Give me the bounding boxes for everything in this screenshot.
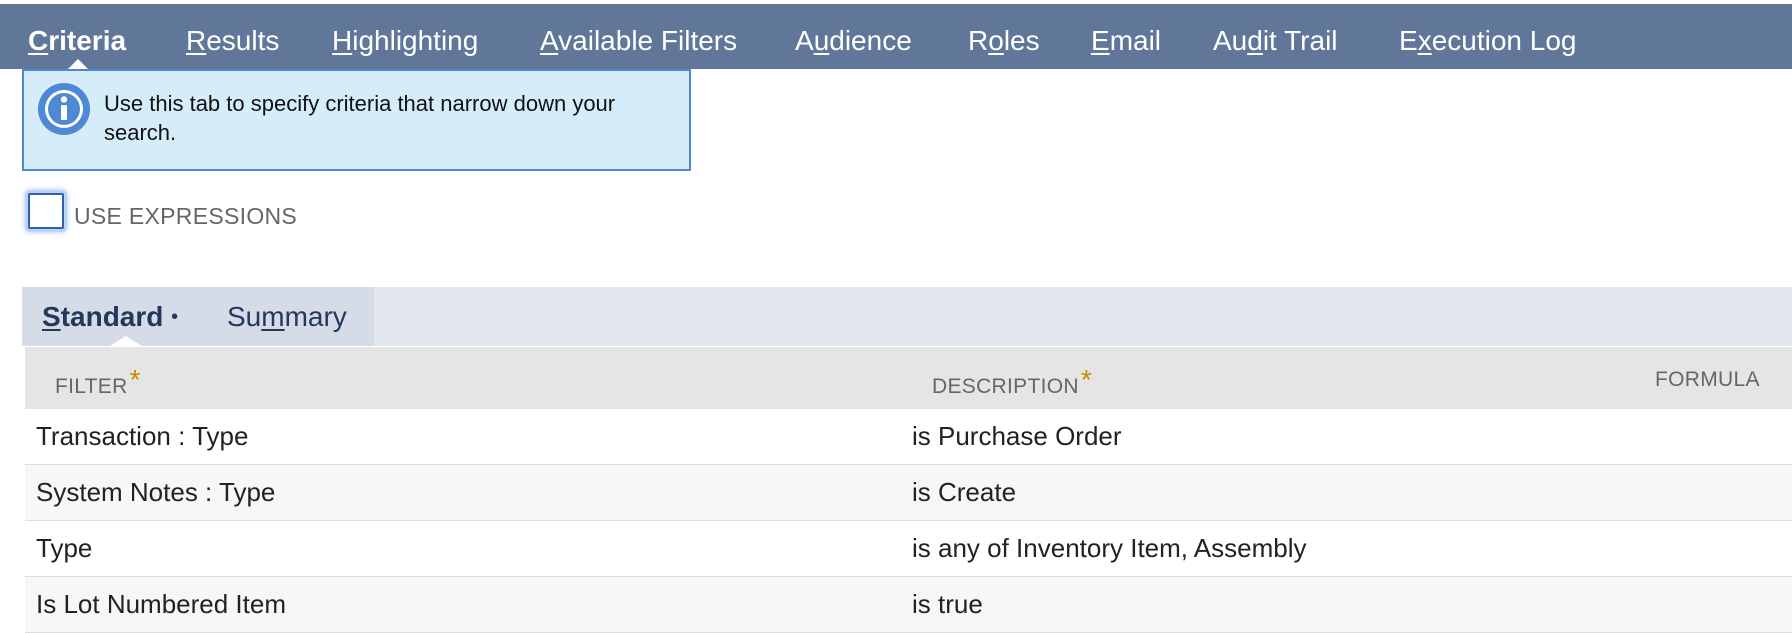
required-mark: * (1080, 364, 1093, 395)
header-description: DESCRIPTION* (932, 364, 1093, 398)
active-tab-pointer (68, 59, 88, 69)
tab-audit-trail[interactable]: Audit Trail (1213, 22, 1338, 60)
filter-cell: Is Lot Numbered Item (36, 589, 286, 619)
active-subtab-pointer (110, 336, 142, 346)
criteria-table: FILTER* DESCRIPTION* FORMULA Transaction… (25, 347, 1792, 633)
table-row[interactable]: System Notes : Type is Create (25, 465, 1792, 521)
table-row[interactable]: Type is any of Inventory Item, Assembly (25, 521, 1792, 577)
top-nav: Criteria Results Highlighting Available … (0, 0, 1792, 69)
tab-results[interactable]: Results (186, 22, 279, 60)
criteria-subtabs: Standard • Summary (22, 287, 1792, 346)
subtab-standard[interactable]: Standard • (42, 301, 178, 333)
table-row[interactable]: Transaction : Type is Purchase Order (25, 409, 1792, 465)
tab-execution-log[interactable]: Execution Log (1399, 22, 1576, 60)
tab-available-filters[interactable]: Available Filters (540, 22, 737, 60)
standard-active-marker: • (171, 306, 179, 328)
use-expressions-checkbox[interactable] (28, 193, 64, 229)
required-mark: * (129, 364, 141, 395)
tab-email[interactable]: Email (1091, 22, 1161, 60)
tab-criteria[interactable]: Criteria (28, 22, 126, 60)
header-filter: FILTER* (55, 364, 141, 398)
description-cell: is Create (912, 477, 1017, 507)
tab-highlighting[interactable]: Highlighting (332, 22, 478, 60)
table-header: FILTER* DESCRIPTION* FORMULA (25, 347, 1792, 409)
filter-cell: Type (36, 533, 93, 563)
filter-cell: System Notes : Type (36, 477, 276, 507)
description-cell: is true (912, 589, 983, 619)
tab-audience[interactable]: Audience (795, 22, 912, 60)
tab-roles[interactable]: Roles (968, 22, 1040, 60)
header-formula: FORMULA (1655, 368, 1760, 391)
use-expressions-label[interactable]: USE EXPRESSIONS (74, 203, 297, 230)
info-message-box: Use this tab to specify criteria that na… (22, 69, 691, 171)
table-row[interactable]: Is Lot Numbered Item is true (25, 577, 1792, 633)
info-message: Use this tab to specify criteria that na… (104, 91, 616, 145)
description-cell: is Purchase Order (912, 421, 1122, 451)
info-icon (38, 83, 90, 135)
description-cell: is any of Inventory Item, Assembly (912, 533, 1307, 563)
subtab-summary[interactable]: Summary (227, 301, 347, 333)
filter-cell: Transaction : Type (36, 421, 249, 451)
